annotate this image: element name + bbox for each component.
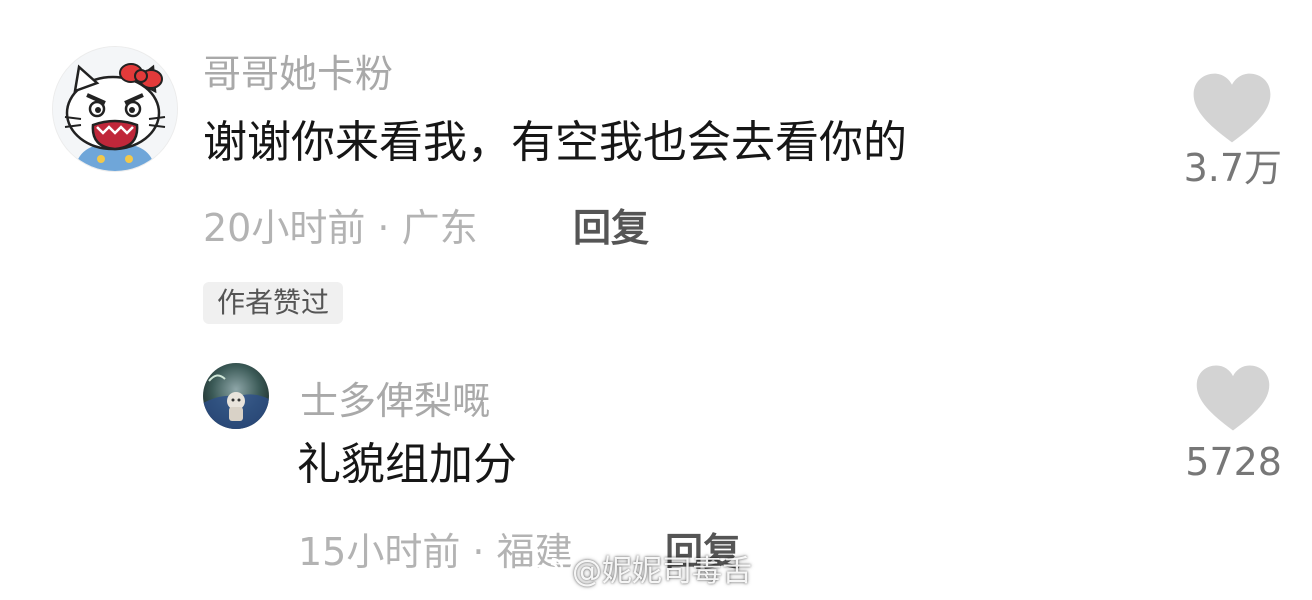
reply-text: 礼貌组加分 [297, 439, 517, 490]
avatar-image [203, 363, 269, 429]
weibo-logo-icon [520, 553, 566, 591]
comment-text: 谢谢你来看我，有空我也会去看你的 [203, 117, 907, 168]
comment-time-location: 20小时前 · 广东 [203, 206, 478, 250]
photo-avatar[interactable] [203, 363, 269, 429]
watermark-text: @妮妮司毒舌 [572, 554, 752, 589]
heart-icon[interactable] [1195, 364, 1271, 432]
weibo-watermark: @妮妮司毒舌 [520, 550, 752, 594]
hello-kitty-avatar[interactable] [52, 46, 178, 172]
comment-list: 哥哥她卡粉 谢谢你来看我，有空我也会去看你的 20小时前 · 广东 回复 作者赞… [0, 0, 1312, 600]
avatar-image [53, 47, 177, 171]
author-liked-badge: 作者赞过 [203, 282, 344, 324]
comment-username[interactable]: 哥哥她卡粉 [203, 50, 393, 98]
heart-icon[interactable] [1192, 72, 1272, 144]
like-count: 3.7万 [1183, 146, 1282, 190]
reply-button[interactable]: 回复 [573, 202, 649, 254]
like-count: 5728 [1185, 440, 1282, 484]
reply-username[interactable]: 士多俾梨嘅 [300, 377, 490, 425]
